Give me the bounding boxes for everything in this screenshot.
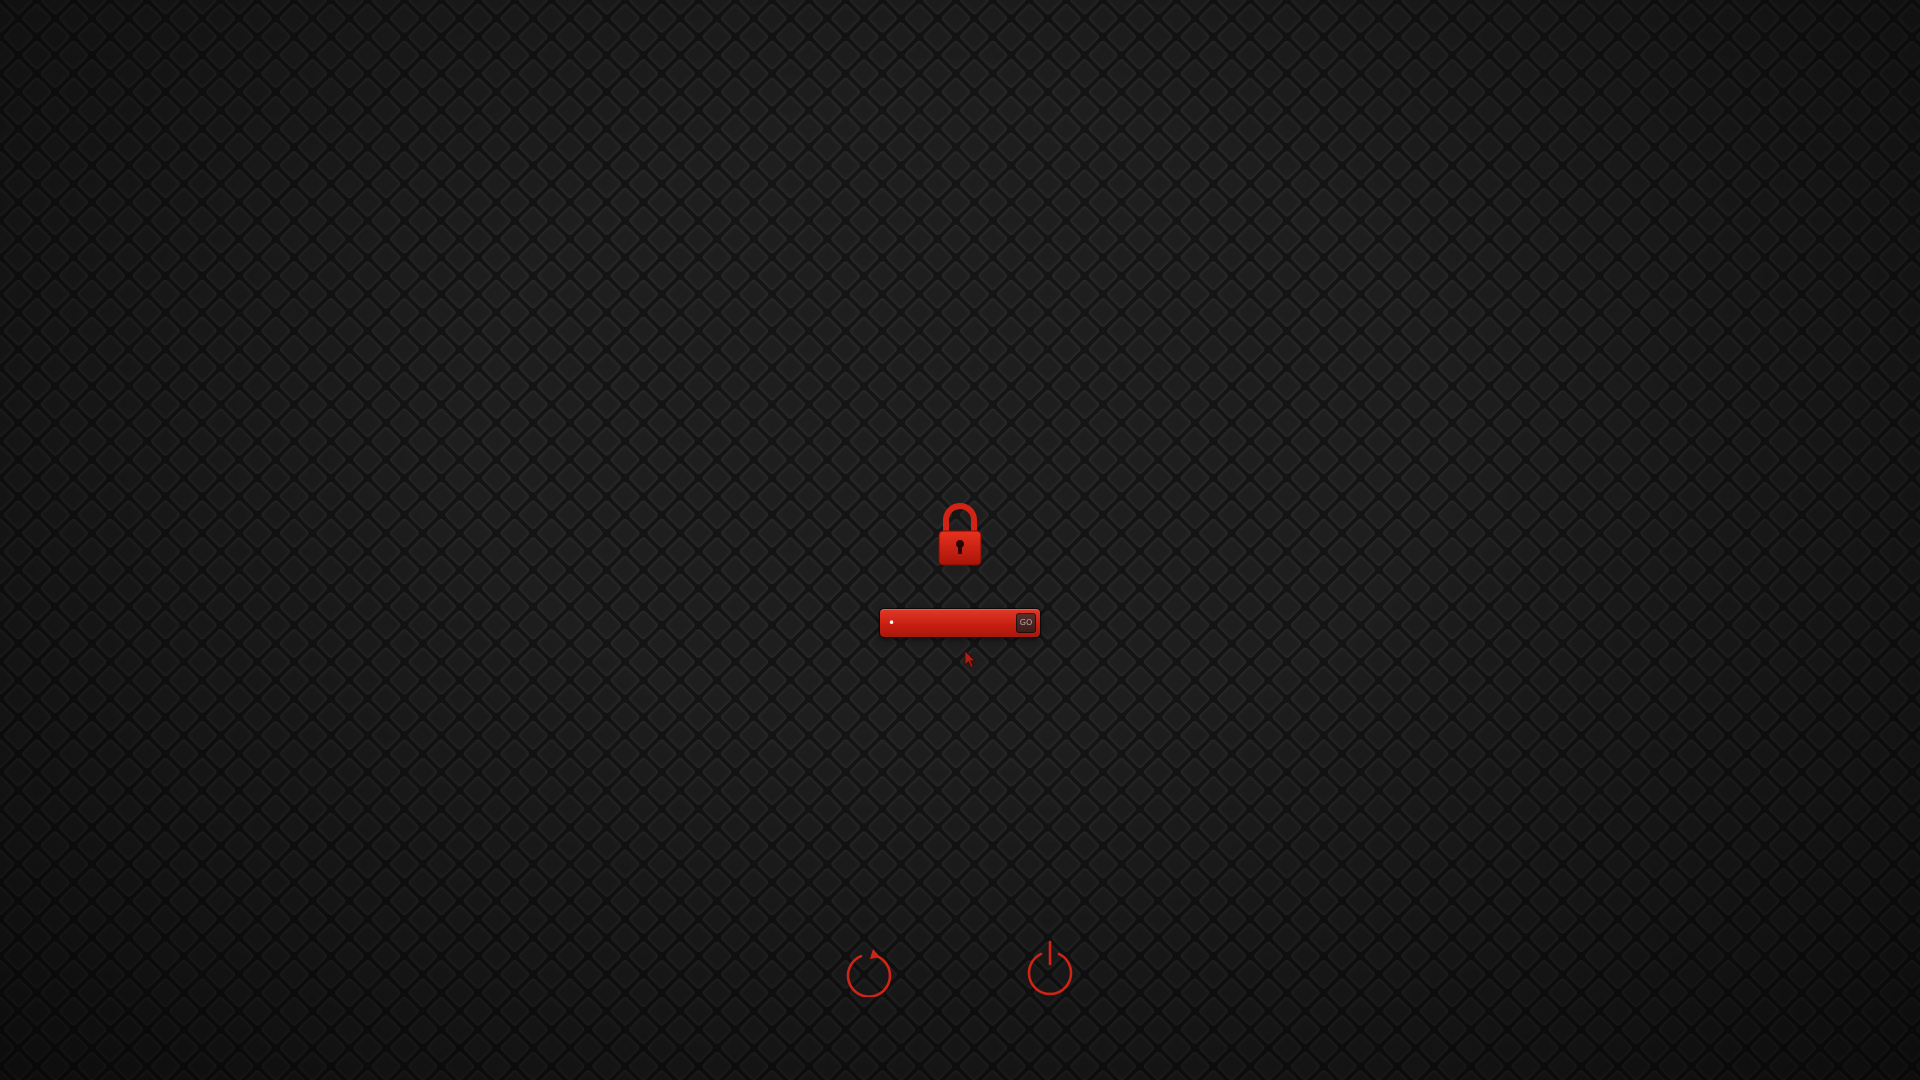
restart-icon (846, 949, 892, 998)
restart-button[interactable] (843, 945, 895, 998)
lock-screen: GO (0, 0, 1920, 1080)
shutdown-button[interactable] (1024, 940, 1076, 996)
password-input[interactable] (886, 613, 1002, 633)
password-bar: GO (880, 609, 1040, 637)
padlock-icon (938, 503, 982, 566)
mouse-cursor-icon (964, 650, 976, 668)
submit-button[interactable]: GO (1016, 613, 1036, 633)
power-icon (1027, 940, 1073, 996)
